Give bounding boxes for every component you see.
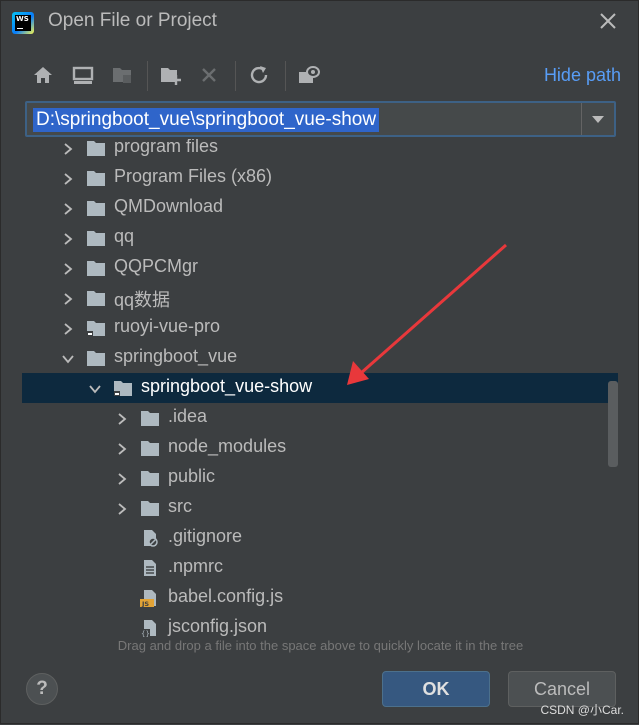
chevron-right-icon[interactable] [61,261,75,275]
tree-row[interactable]: src [22,493,618,523]
tree-scrollbar[interactable] [608,381,618,467]
json-file-icon: {} [140,619,160,637]
tree-row-label: Program Files (x86) [114,166,273,186]
folder-icon [140,439,160,457]
tree-row[interactable]: ruoyi-vue-pro [22,313,618,343]
tree-row-label: qq数据 [114,290,171,310]
folder-icon [86,349,106,367]
tree-row-label: .gitignore [168,526,243,546]
webstorm-logo-icon: WS [12,12,34,34]
tree-row[interactable]: node_modules [22,433,618,463]
delete-icon [197,63,221,87]
tree-row-label: program files [114,139,219,156]
path-input[interactable]: D:\springboot_vue\springboot_vue-show [33,108,380,132]
chevron-right-icon[interactable] [61,291,75,305]
folder-icon [86,169,106,187]
tree-row-label: qq [114,226,135,246]
gitignore-file-icon [140,529,160,547]
file-tree[interactable]: {} jsconfig.json JS babel.config.js .npmrc .g… [22,139,618,637]
folder-icon [86,229,106,247]
new-folder-icon[interactable] [159,63,183,87]
chevron-right-icon[interactable] [61,141,75,155]
chevron-down-icon[interactable] [88,381,102,395]
chevron-right-icon[interactable] [115,441,129,455]
tree-row-label: src [168,496,192,516]
tree-row-label: node_modules [168,436,287,456]
tree-row[interactable]: springboot_vue-show [22,373,618,403]
close-icon [600,13,616,29]
watermark: CSDN @小Car. [540,703,624,717]
folder-icon [86,139,106,157]
tree-row[interactable]: QQPCMgr [22,253,618,283]
chevron-right-icon[interactable] [115,411,129,425]
folder-icon [86,259,106,277]
desktop-icon[interactable] [71,63,95,87]
tree-row[interactable]: qq数据 [22,283,618,313]
chevron-right-icon[interactable] [115,471,129,485]
tree-row-label: QMDownload [114,196,224,216]
tree-row[interactable]: .idea [22,403,618,433]
tree-row[interactable]: JS babel.config.js [22,583,618,613]
tree-row[interactable]: .npmrc [22,553,618,583]
tree-row[interactable]: Program Files (x86) [22,163,618,193]
show-hidden-icon[interactable] [297,63,321,87]
path-combobox[interactable]: D:\springboot_vue\springboot_vue-show [25,101,616,137]
tree-row[interactable]: program files [22,139,618,163]
tree-row-label: jsconfig.json [168,616,268,636]
title-bar: WS Open File or Project [1,1,638,43]
chevron-down-icon[interactable] [61,351,75,365]
project-folder-icon [111,63,135,87]
text-file-icon [140,559,160,577]
project-folder-icon [86,319,106,337]
chevron-right-icon[interactable] [61,201,75,215]
close-button[interactable] [596,9,620,33]
tree-row-label: babel.config.js [168,586,284,606]
tree-row-label: springboot_vue [114,346,238,366]
tree-row[interactable]: {} jsconfig.json [22,613,618,637]
tree-row-label: ruoyi-vue-pro [114,316,221,336]
tree-row-label: .npmrc [168,556,224,576]
refresh-icon[interactable] [247,63,271,87]
tree-row-label: public [168,466,216,486]
js-file-icon: JS [140,589,160,608]
folder-icon [86,199,106,217]
folder-icon [140,499,160,517]
toolbar: Hide path [1,59,638,95]
folder-icon [140,469,160,487]
svg-text:JS: JS [141,600,149,607]
chevron-right-icon[interactable] [61,171,75,185]
chevron-right-icon[interactable] [115,501,129,515]
folder-icon [86,289,106,307]
open-file-dialog: WS Open File or Project Hide path D:\spr… [0,0,639,724]
tree-row[interactable]: QMDownload [22,193,618,223]
tree-row[interactable]: qq [22,223,618,253]
hide-path-link[interactable]: Hide path [544,65,621,86]
dropdown-arrow-icon[interactable] [588,109,608,129]
folder-icon [140,409,160,427]
dialog-title: Open File or Project [48,10,217,31]
ok-button[interactable]: OK [382,671,490,707]
tree-row-label: .idea [168,406,208,426]
drop-hint-text: Drag and drop a file into the space abov… [117,638,524,653]
tree-row[interactable]: .gitignore [22,523,618,553]
help-button[interactable]: ? [26,673,58,705]
project-folder-icon [113,379,133,397]
tree-row[interactable]: public [22,463,618,493]
tree-row[interactable]: springboot_vue [22,343,618,373]
chevron-right-icon[interactable] [61,321,75,335]
tree-row-label: QQPCMgr [114,256,199,276]
svg-text:{}: {} [141,630,150,637]
chevron-right-icon[interactable] [61,231,75,245]
home-icon[interactable] [31,63,55,87]
tree-row-label: springboot_vue-show [141,376,313,396]
